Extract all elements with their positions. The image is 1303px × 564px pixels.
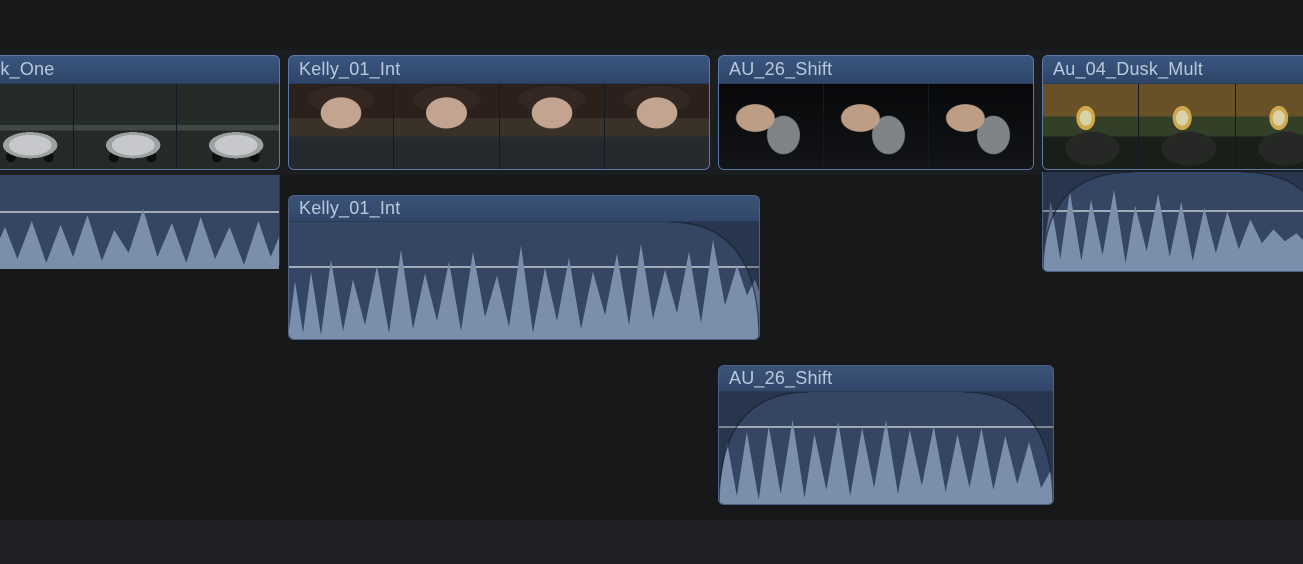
clip-header[interactable]: Kelly_01_Int — [289, 56, 709, 84]
clip-header[interactable]: Au_04_Dusk_Mult — [1043, 56, 1303, 84]
clip-title: Kelly_01_Int — [299, 198, 400, 219]
clip-header[interactable]: Kelly_01_Int — [289, 196, 759, 222]
waveform — [0, 175, 279, 269]
clip-title: AU_26_Shift — [729, 59, 832, 80]
filmstrip — [289, 84, 709, 169]
audio-clip-kelly-01-int[interactable]: Kelly_01_Int — [288, 195, 760, 340]
audio-clip-au-26-shift[interactable]: AU_26_Shift — [718, 365, 1054, 505]
clip-title: Au_04_Dusk_Mult — [1053, 59, 1203, 80]
filmstrip — [1043, 84, 1303, 169]
timeline[interactable]: usk_One Kelly_01_Int AU_26_Shift — [0, 0, 1303, 564]
audio-body — [1043, 172, 1303, 271]
audio-stub-usk-one[interactable] — [0, 175, 280, 269]
audio-body — [719, 392, 1053, 504]
clip-title: AU_26_Shift — [729, 368, 832, 389]
waveform — [289, 222, 759, 339]
clip-header[interactable]: AU_26_Shift — [719, 56, 1033, 84]
video-clip-usk-one[interactable]: usk_One — [0, 55, 280, 170]
clip-header[interactable]: AU_26_Shift — [719, 366, 1053, 392]
video-clip-au-26-shift[interactable]: AU_26_Shift — [718, 55, 1034, 170]
audio-clip-au-04-dusk-mult[interactable] — [1042, 172, 1303, 272]
waveform — [719, 392, 1053, 504]
timeline-footer-bg — [0, 520, 1303, 564]
filmstrip — [719, 84, 1033, 169]
filmstrip — [0, 84, 279, 169]
clip-title: usk_One — [0, 59, 54, 80]
audio-body — [289, 222, 759, 339]
waveform — [1043, 172, 1303, 271]
video-clip-au-04-dusk-mult[interactable]: Au_04_Dusk_Mult — [1042, 55, 1303, 170]
clip-title: Kelly_01_Int — [299, 59, 400, 80]
clip-header[interactable]: usk_One — [0, 56, 279, 84]
video-clip-kelly-01-int[interactable]: Kelly_01_Int — [288, 55, 710, 170]
